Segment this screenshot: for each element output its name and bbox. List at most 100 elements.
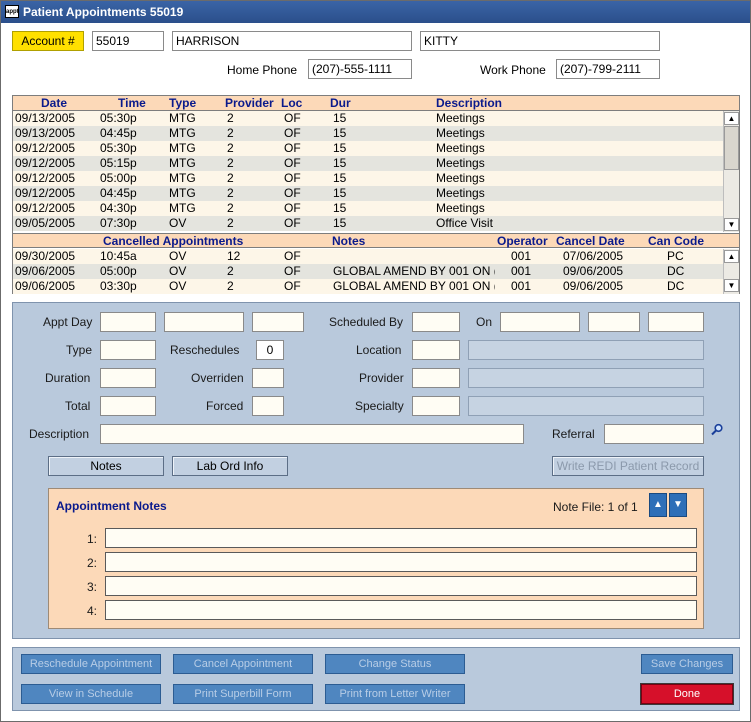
cell-time: 10:45a <box>100 249 137 263</box>
referral-label: Referral <box>552 427 595 441</box>
type-label: Type <box>66 343 93 357</box>
cancelled-row[interactable]: 09/06/2005 03:30p OV 2 OF GLOBAL AMEND BY 001… <box>13 279 723 294</box>
home-phone-field[interactable]: (207)-555-1111 <box>308 59 412 79</box>
appt-day-field[interactable] <box>100 312 156 332</box>
cell-date: 09/12/2005 <box>15 186 76 200</box>
col-dur[interactable]: Dur <box>330 96 351 111</box>
col-can-code[interactable]: Can Code <box>648 234 704 249</box>
col-cancel-date[interactable]: Cancel Date <box>556 234 625 249</box>
cell-type: MTG <box>169 171 196 185</box>
scheduled-on-time-field[interactable] <box>588 312 640 332</box>
reschedules-field[interactable]: 0 <box>256 340 284 360</box>
appointments-grid: Date Time Type Provider Loc Dur Descript… <box>12 95 740 294</box>
scroll-down-icon[interactable]: ▼ <box>724 279 739 292</box>
provider-field[interactable] <box>412 368 460 388</box>
col-loc[interactable]: Loc <box>281 96 302 111</box>
cancelled-header: Cancelled Appointments Notes Operator Ca… <box>13 233 739 248</box>
cell-provider: 2 <box>227 201 234 215</box>
cell-dur: 15 <box>333 111 347 125</box>
referral-field[interactable] <box>604 424 704 444</box>
col-date[interactable]: Date <box>41 96 67 111</box>
cell-time: 07:30p <box>100 216 137 230</box>
done-button[interactable]: Done <box>641 684 733 704</box>
scheduled-on-date-field[interactable] <box>500 312 580 332</box>
scroll-down-icon[interactable]: ▼ <box>724 218 739 231</box>
save-changes-button[interactable]: Save Changes <box>641 654 733 674</box>
cancelled-scrollbar[interactable]: ▲ ▼ <box>723 249 739 294</box>
col-time[interactable]: Time <box>118 96 146 111</box>
referral-search-icon[interactable] <box>710 423 724 437</box>
appt-time-field[interactable] <box>252 312 304 332</box>
description-field[interactable] <box>100 424 524 444</box>
scroll-thumb[interactable] <box>724 126 739 170</box>
view-in-schedule-button[interactable]: View in Schedule <box>21 684 161 704</box>
cell-dur: 15 <box>333 201 347 215</box>
location-description-field <box>468 340 704 360</box>
col-operator[interactable]: Operator <box>497 234 548 249</box>
work-phone-field[interactable]: (207)-799-2111 <box>556 59 660 79</box>
appointment-row[interactable]: 09/12/2005 05:00p MTG 2 OF 15 Meetings <box>13 171 723 186</box>
appointment-row[interactable]: 09/12/2005 04:45p MTG 2 OF 15 Meetings <box>13 186 723 201</box>
col-type[interactable]: Type <box>169 96 196 111</box>
appointment-row[interactable]: 09/12/2005 04:30p MTG 2 OF 15 Meetings <box>13 201 723 216</box>
col-notes[interactable]: Notes <box>332 234 365 249</box>
scroll-up-icon[interactable]: ▲ <box>724 112 739 125</box>
cell-type: MTG <box>169 186 196 200</box>
action-bar: Reschedule Appointment Cancel Appointmen… <box>12 647 740 711</box>
note-up-arrow-icon[interactable]: ▲ <box>649 493 667 517</box>
print-letter-writer-button[interactable]: Print from Letter Writer <box>325 684 465 704</box>
location-field[interactable] <box>412 340 460 360</box>
lab-ord-info-button[interactable]: Lab Ord Info <box>172 456 288 476</box>
duration-field[interactable] <box>100 368 156 388</box>
note-line-3-field[interactable] <box>105 576 697 596</box>
cell-provider: 2 <box>227 126 234 140</box>
scheduled-on-extra-field[interactable] <box>648 312 704 332</box>
total-field[interactable] <box>100 396 156 416</box>
cell-date: 09/13/2005 <box>15 111 76 125</box>
scroll-up-icon[interactable]: ▲ <box>724 250 739 263</box>
appointment-row[interactable]: 09/05/2005 07:30p OV 2 OF 15 Office Visit <box>13 216 723 231</box>
last-name-field[interactable]: HARRISON <box>172 31 412 51</box>
cell-date: 09/06/2005 <box>15 279 76 293</box>
appointments-scrollbar[interactable]: ▲ ▼ <box>723 111 739 232</box>
change-status-button[interactable]: Change Status <box>325 654 465 674</box>
first-name-field[interactable]: KITTY <box>420 31 660 51</box>
type-field[interactable] <box>100 340 156 360</box>
cell-can-code: DC <box>667 279 685 293</box>
forced-field[interactable] <box>252 396 284 416</box>
cell-time: 05:00p <box>100 264 137 278</box>
cancelled-row[interactable]: 09/06/2005 05:00p OV 2 OF GLOBAL AMEND BY 001… <box>13 264 723 279</box>
reschedule-appointment-button[interactable]: Reschedule Appointment <box>21 654 161 674</box>
scheduled-by-field[interactable] <box>412 312 460 332</box>
notes-button[interactable]: Notes <box>48 456 164 476</box>
note-line-4-field[interactable] <box>105 600 697 620</box>
cell-description: Meetings <box>436 111 485 125</box>
appointment-row[interactable]: 09/12/2005 05:15p MTG 2 OF 15 Meetings <box>13 156 723 171</box>
cell-description: Meetings <box>436 171 485 185</box>
appt-day-label: Appt Day <box>43 315 93 329</box>
cell-provider: 2 <box>227 279 234 293</box>
cancelled-row[interactable]: 09/30/2005 10:45a OV 12 OF 001 07/06/2005 PC <box>13 249 723 264</box>
appt-date-field[interactable] <box>164 312 244 332</box>
cell-operator: 001 <box>511 264 532 278</box>
write-redi-record-button[interactable]: Write REDI Patient Record <box>552 456 704 476</box>
cell-time: 05:15p <box>100 156 137 170</box>
overriden-field[interactable] <box>252 368 284 388</box>
forced-label: Forced <box>206 399 244 413</box>
cell-provider: 2 <box>227 141 234 155</box>
appointment-row[interactable]: 09/13/2005 05:30p MTG 2 OF 15 Meetings <box>13 111 723 126</box>
note-down-arrow-icon[interactable]: ▼ <box>669 493 687 517</box>
appointment-detail-panel: Appt Day Scheduled By On Type Reschedule… <box>12 302 740 639</box>
window-title: Patient Appointments 55019 <box>23 5 184 19</box>
note-line-2-field[interactable] <box>105 552 697 572</box>
col-provider[interactable]: Provider <box>225 96 274 111</box>
col-description[interactable]: Description <box>436 96 502 111</box>
appointment-row[interactable]: 09/12/2005 05:30p MTG 2 OF 15 Meetings <box>13 141 723 156</box>
account-field[interactable]: 55019 <box>92 31 164 51</box>
note-line-1-field[interactable] <box>105 528 697 548</box>
print-superbill-button[interactable]: Print Superbill Form <box>173 684 313 704</box>
specialty-field[interactable] <box>412 396 460 416</box>
cancel-appointment-button[interactable]: Cancel Appointment <box>173 654 313 674</box>
cell-provider: 12 <box>227 249 241 263</box>
appointment-row[interactable]: 09/13/2005 04:45p MTG 2 OF 15 Meetings <box>13 126 723 141</box>
